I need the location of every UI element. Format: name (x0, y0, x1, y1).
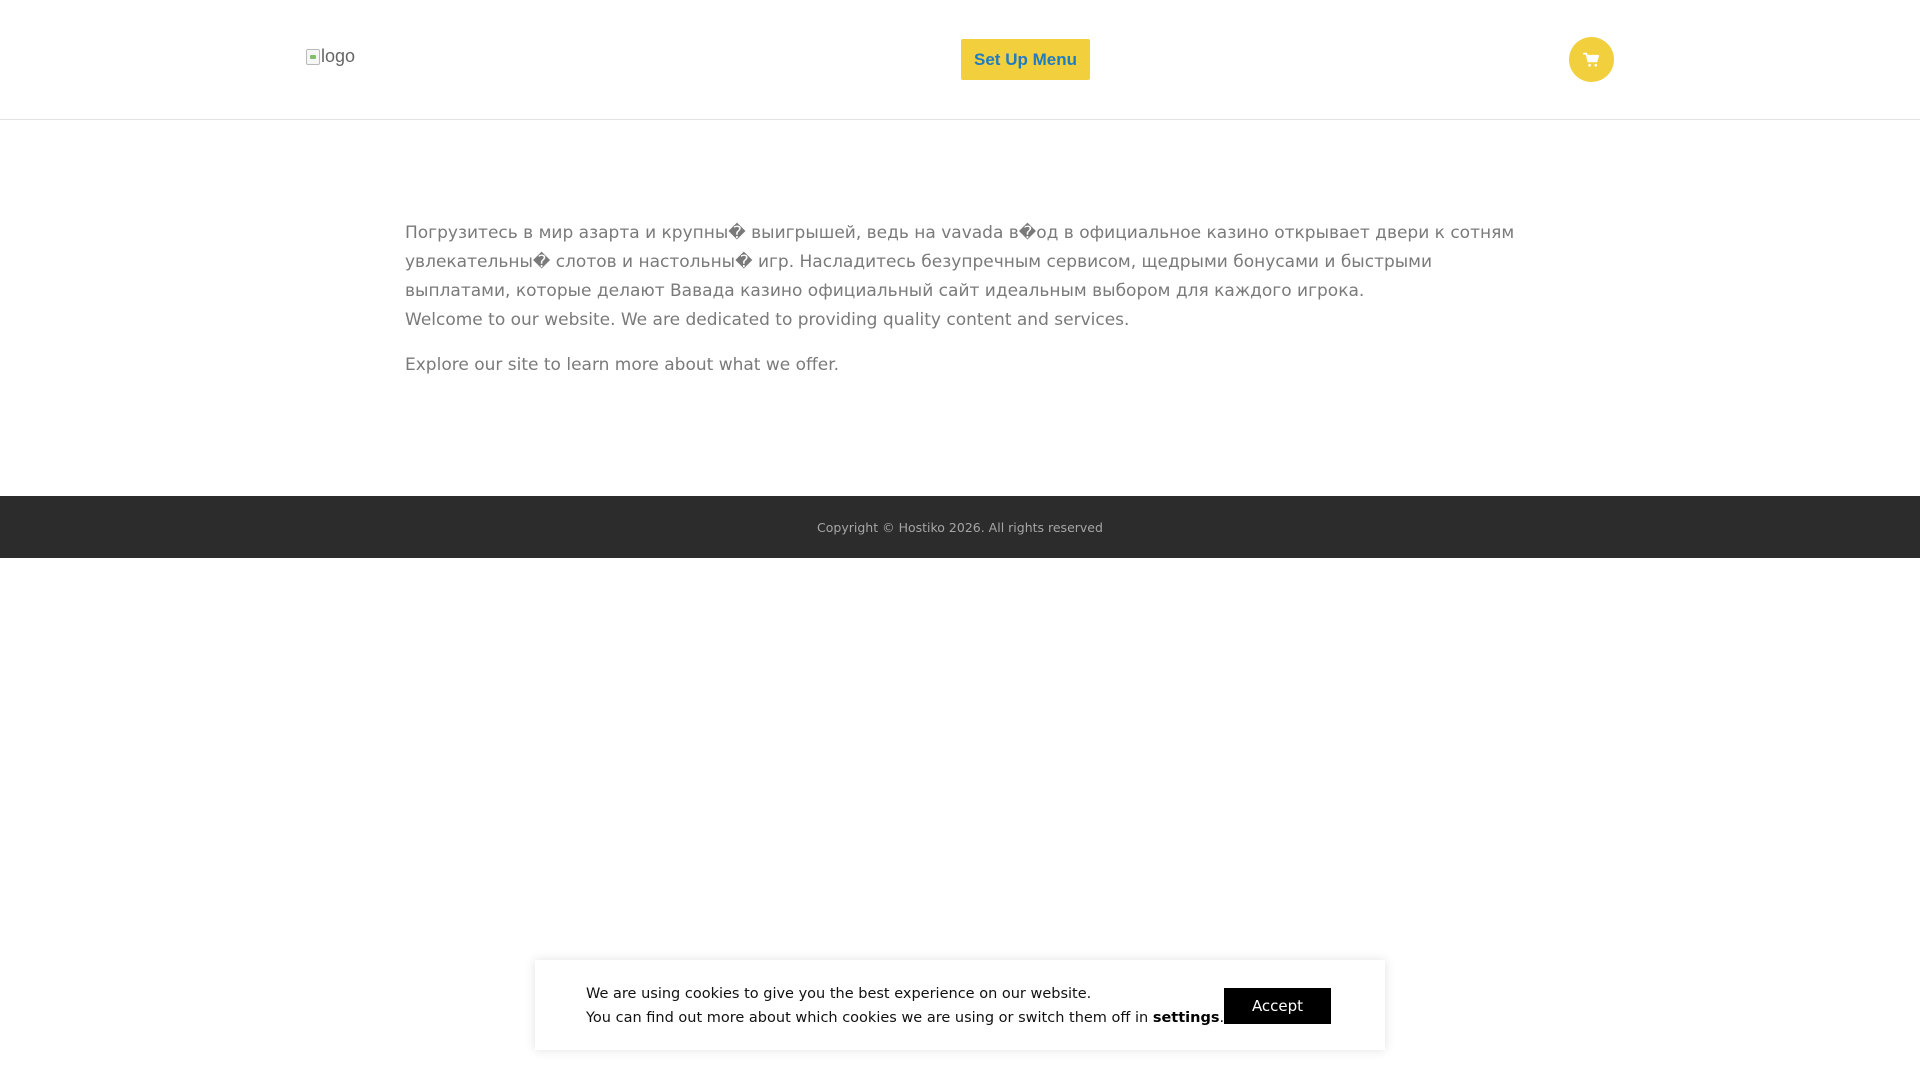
cookie-message: We are using cookies to give you the bes… (586, 982, 1224, 1030)
main-content: Погрузитесь в мир азарта и крупны� выигр… (405, 219, 1515, 380)
cookie-line-2: You can find out more about which cookie… (586, 1006, 1224, 1030)
set-up-menu-button[interactable]: Set Up Menu (961, 39, 1090, 80)
site-logo[interactable]: logo (306, 46, 355, 67)
accept-cookies-button[interactable]: Accept (1224, 988, 1331, 1024)
cookie-line-2-text: You can find out more about which cookie… (586, 1010, 1153, 1026)
cart-icon (1583, 52, 1600, 67)
cart-button[interactable] (1569, 37, 1614, 82)
explore-paragraph: Explore our site to learn more about wha… (405, 355, 840, 375)
site-header: logo Set Up Menu (0, 0, 1920, 120)
logo-alt-text: logo (321, 46, 356, 66)
welcome-paragraph: Welcome to our website. We are dedicated… (405, 310, 1130, 330)
site-footer: Copyright © Hostiko 2026. All rights res… (0, 496, 1920, 558)
intro-paragraph: Погрузитесь в мир азарта и крупны� выигр… (405, 223, 1515, 301)
cookie-banner: We are using cookies to give you the bes… (535, 960, 1385, 1050)
copyright-text: Copyright © Hostiko 2026. All rights res… (817, 519, 1103, 535)
cookie-settings-link[interactable]: settings (1153, 1010, 1220, 1026)
broken-image-icon (306, 48, 320, 65)
cookie-line-1: We are using cookies to give you the bes… (586, 986, 1092, 1002)
